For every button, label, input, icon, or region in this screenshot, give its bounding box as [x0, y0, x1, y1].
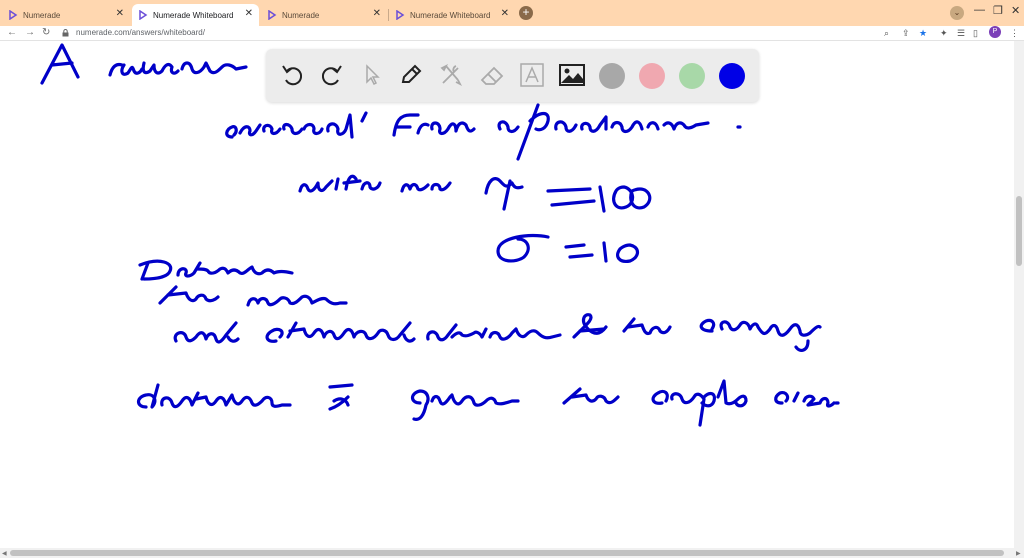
tab-numerade-1[interactable]: Numerade ✕ [2, 4, 130, 26]
redo-button[interactable] [318, 61, 346, 89]
tab-numerade-whiteboard-2[interactable]: Numerade Whiteboard ✕ [389, 4, 515, 26]
tab-bar: Numerade ✕ Numerade Whiteboard ✕ Numerad… [0, 0, 1024, 26]
handwriting-line-5 [138, 259, 294, 281]
maximize-icon[interactable]: ❐ [993, 4, 1003, 17]
horizontal-scroll-thumb[interactable] [10, 550, 1004, 556]
minimize-icon[interactable]: — [974, 4, 985, 16]
handwriting-line-2 [225, 103, 742, 161]
side-panel-icon[interactable]: ▯ [973, 27, 978, 39]
eraser-icon [480, 66, 504, 85]
share-icon[interactable]: ⇪ [902, 27, 910, 39]
close-icon[interactable]: ✕ [501, 9, 509, 19]
address-bar-row: ← → ↻ numerade.com/answers/whiteboard/ ⌕… [0, 26, 1024, 41]
tools-icon [440, 63, 463, 87]
handwriting-line-7 [173, 313, 822, 352]
scroll-right-icon[interactable]: ▶ [1016, 550, 1021, 557]
close-icon[interactable]: ✕ [373, 9, 381, 19]
color-swatch-blue[interactable] [719, 63, 745, 89]
image-tool-button[interactable] [558, 61, 586, 89]
color-swatch-pink[interactable] [639, 63, 665, 89]
close-icon[interactable]: ✕ [116, 9, 124, 19]
color-swatch-gray[interactable] [599, 63, 625, 89]
tab-label: Numerade Whiteboard [153, 10, 234, 20]
tab-label: Numerade [23, 10, 61, 20]
url-field[interactable]: numerade.com/answers/whiteboard/ [56, 27, 876, 39]
tab-label: Numerade Whiteboard [410, 10, 491, 20]
undo-icon [282, 65, 303, 86]
horizontal-scrollbar[interactable]: ◀ ▶ [0, 548, 1024, 558]
bookmark-star-icon[interactable]: ★ [919, 27, 927, 39]
window-close-icon[interactable]: ✕ [1011, 4, 1020, 17]
text-icon [520, 63, 544, 87]
tab-numerade-2[interactable]: Numerade ✕ [261, 4, 387, 26]
zoom-icon[interactable]: ⌕ [884, 27, 889, 39]
numerade-logo-icon [9, 10, 18, 20]
select-icon [366, 64, 380, 86]
handwriting-line-8 [136, 379, 840, 427]
numerade-logo-icon [139, 10, 148, 20]
reload-icon[interactable]: ↻ [42, 27, 50, 39]
handwriting-line-4 [496, 233, 640, 263]
new-tab-button[interactable]: + [519, 6, 533, 20]
tab-search-button[interactable]: ⌄ [950, 6, 964, 20]
undo-button[interactable] [278, 61, 306, 89]
back-icon[interactable]: ← [7, 27, 17, 39]
pen-icon [401, 64, 422, 83]
profile-avatar[interactable]: P [989, 26, 1001, 38]
url-text: numerade.com/answers/whiteboard/ [76, 28, 205, 37]
eraser-tool-button[interactable] [478, 61, 506, 89]
handwriting-layer [40, 43, 840, 427]
extensions-icon[interactable]: ✦ [940, 27, 948, 39]
redo-icon [321, 65, 342, 86]
browser-menu-icon[interactable]: ⋮ [1010, 27, 1019, 39]
handwriting-line-3 [298, 174, 652, 213]
vertical-scrollbar[interactable] [1014, 41, 1024, 548]
vertical-scroll-thumb[interactable] [1016, 196, 1022, 266]
whiteboard-toolbar [266, 49, 759, 102]
color-swatch-green[interactable] [679, 63, 705, 89]
lock-icon [62, 29, 69, 37]
tools-button[interactable] [437, 61, 465, 89]
tab-numerade-whiteboard-active[interactable]: Numerade Whiteboard ✕ [132, 4, 259, 26]
pen-tool-button[interactable] [397, 61, 425, 89]
forward-icon[interactable]: → [25, 27, 35, 39]
handwriting-line-1 [40, 43, 248, 85]
reading-list-icon[interactable]: ☰ [957, 27, 965, 39]
handwriting-line-6 [158, 285, 348, 307]
tab-label: Numerade [282, 10, 320, 20]
scroll-left-icon[interactable]: ◀ [2, 550, 7, 557]
text-tool-button[interactable] [518, 61, 546, 89]
select-tool-button[interactable] [358, 61, 386, 89]
whiteboard-canvas[interactable] [0, 41, 1014, 548]
close-icon[interactable]: ✕ [245, 9, 253, 19]
numerade-logo-icon [268, 10, 277, 20]
image-icon [559, 64, 585, 86]
numerade-logo-icon [396, 10, 405, 20]
